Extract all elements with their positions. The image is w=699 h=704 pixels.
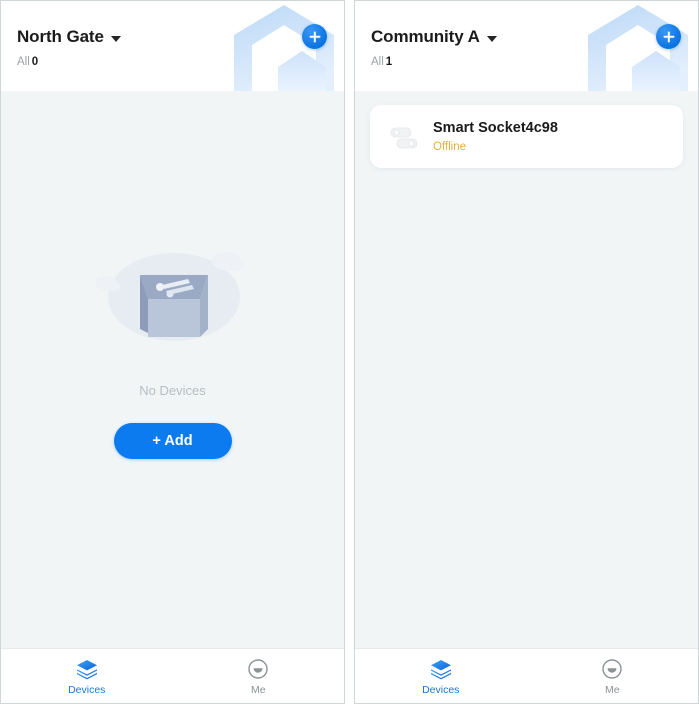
- empty-state-text: No Devices: [139, 383, 206, 398]
- nav-item-me[interactable]: Me: [173, 657, 345, 696]
- device-list: Smart Socket4c98 Offline: [355, 91, 698, 168]
- account-circle-icon: [248, 658, 268, 679]
- filter-label: All: [371, 56, 384, 68]
- header-text-block: Community A All 1: [355, 1, 698, 68]
- phone-screen-right: Community A All 1 Smart Socket4c98 Offli…: [354, 0, 699, 704]
- smart-socket-icon: [384, 117, 424, 157]
- screenshot-root: North Gate All 0 No Devices + Add Device…: [0, 0, 699, 704]
- bottom-navigation-left: Devices Me: [1, 648, 344, 703]
- device-card[interactable]: Smart Socket4c98 Offline: [370, 105, 683, 168]
- device-count-value: 1: [385, 56, 393, 68]
- status-badge: Offline: [433, 141, 467, 153]
- device-name: Smart Socket4c98: [433, 120, 558, 136]
- empty-box-icon: [94, 252, 244, 341]
- device-count-row: All 0: [17, 56, 344, 68]
- main-content-left: No Devices + Add: [1, 91, 344, 648]
- device-info: Smart Socket4c98 Offline: [433, 120, 558, 153]
- layers-icon: [76, 659, 97, 679]
- filter-label: All: [17, 56, 30, 68]
- add-device-button[interactable]: + Add: [113, 423, 232, 459]
- main-content-right: Smart Socket4c98 Offline: [355, 91, 698, 648]
- nav-label-devices: Devices: [422, 683, 460, 696]
- page-title: Community A: [371, 27, 480, 46]
- nav-label-me: Me: [604, 683, 620, 696]
- nav-label-devices: Devices: [68, 683, 106, 696]
- layers-icon: [430, 659, 451, 679]
- add-device-fab[interactable]: [302, 24, 327, 49]
- phone-screen-left: North Gate All 0 No Devices + Add Device…: [0, 0, 345, 704]
- community-selector[interactable]: North Gate: [17, 27, 344, 47]
- device-count-row: All 1: [371, 56, 698, 68]
- bottom-navigation-right: Devices Me: [355, 648, 698, 703]
- device-count-value: 0: [31, 56, 39, 68]
- account-circle-icon: [602, 658, 622, 679]
- community-selector[interactable]: Community A: [371, 27, 698, 47]
- nav-item-devices[interactable]: Devices: [1, 657, 173, 696]
- add-device-fab[interactable]: [656, 24, 681, 49]
- nav-item-devices[interactable]: Devices: [355, 657, 527, 696]
- page-title: North Gate: [17, 27, 104, 46]
- nav-item-me[interactable]: Me: [527, 657, 699, 696]
- nav-label-me: Me: [250, 683, 266, 696]
- chevron-down-icon: [486, 35, 497, 42]
- app-header: North Gate All 0: [1, 1, 344, 91]
- header-text-block: North Gate All 0: [1, 1, 344, 68]
- empty-state: No Devices + Add: [1, 241, 344, 459]
- chevron-down-icon: [110, 35, 121, 42]
- app-header: Community A All 1: [355, 1, 698, 91]
